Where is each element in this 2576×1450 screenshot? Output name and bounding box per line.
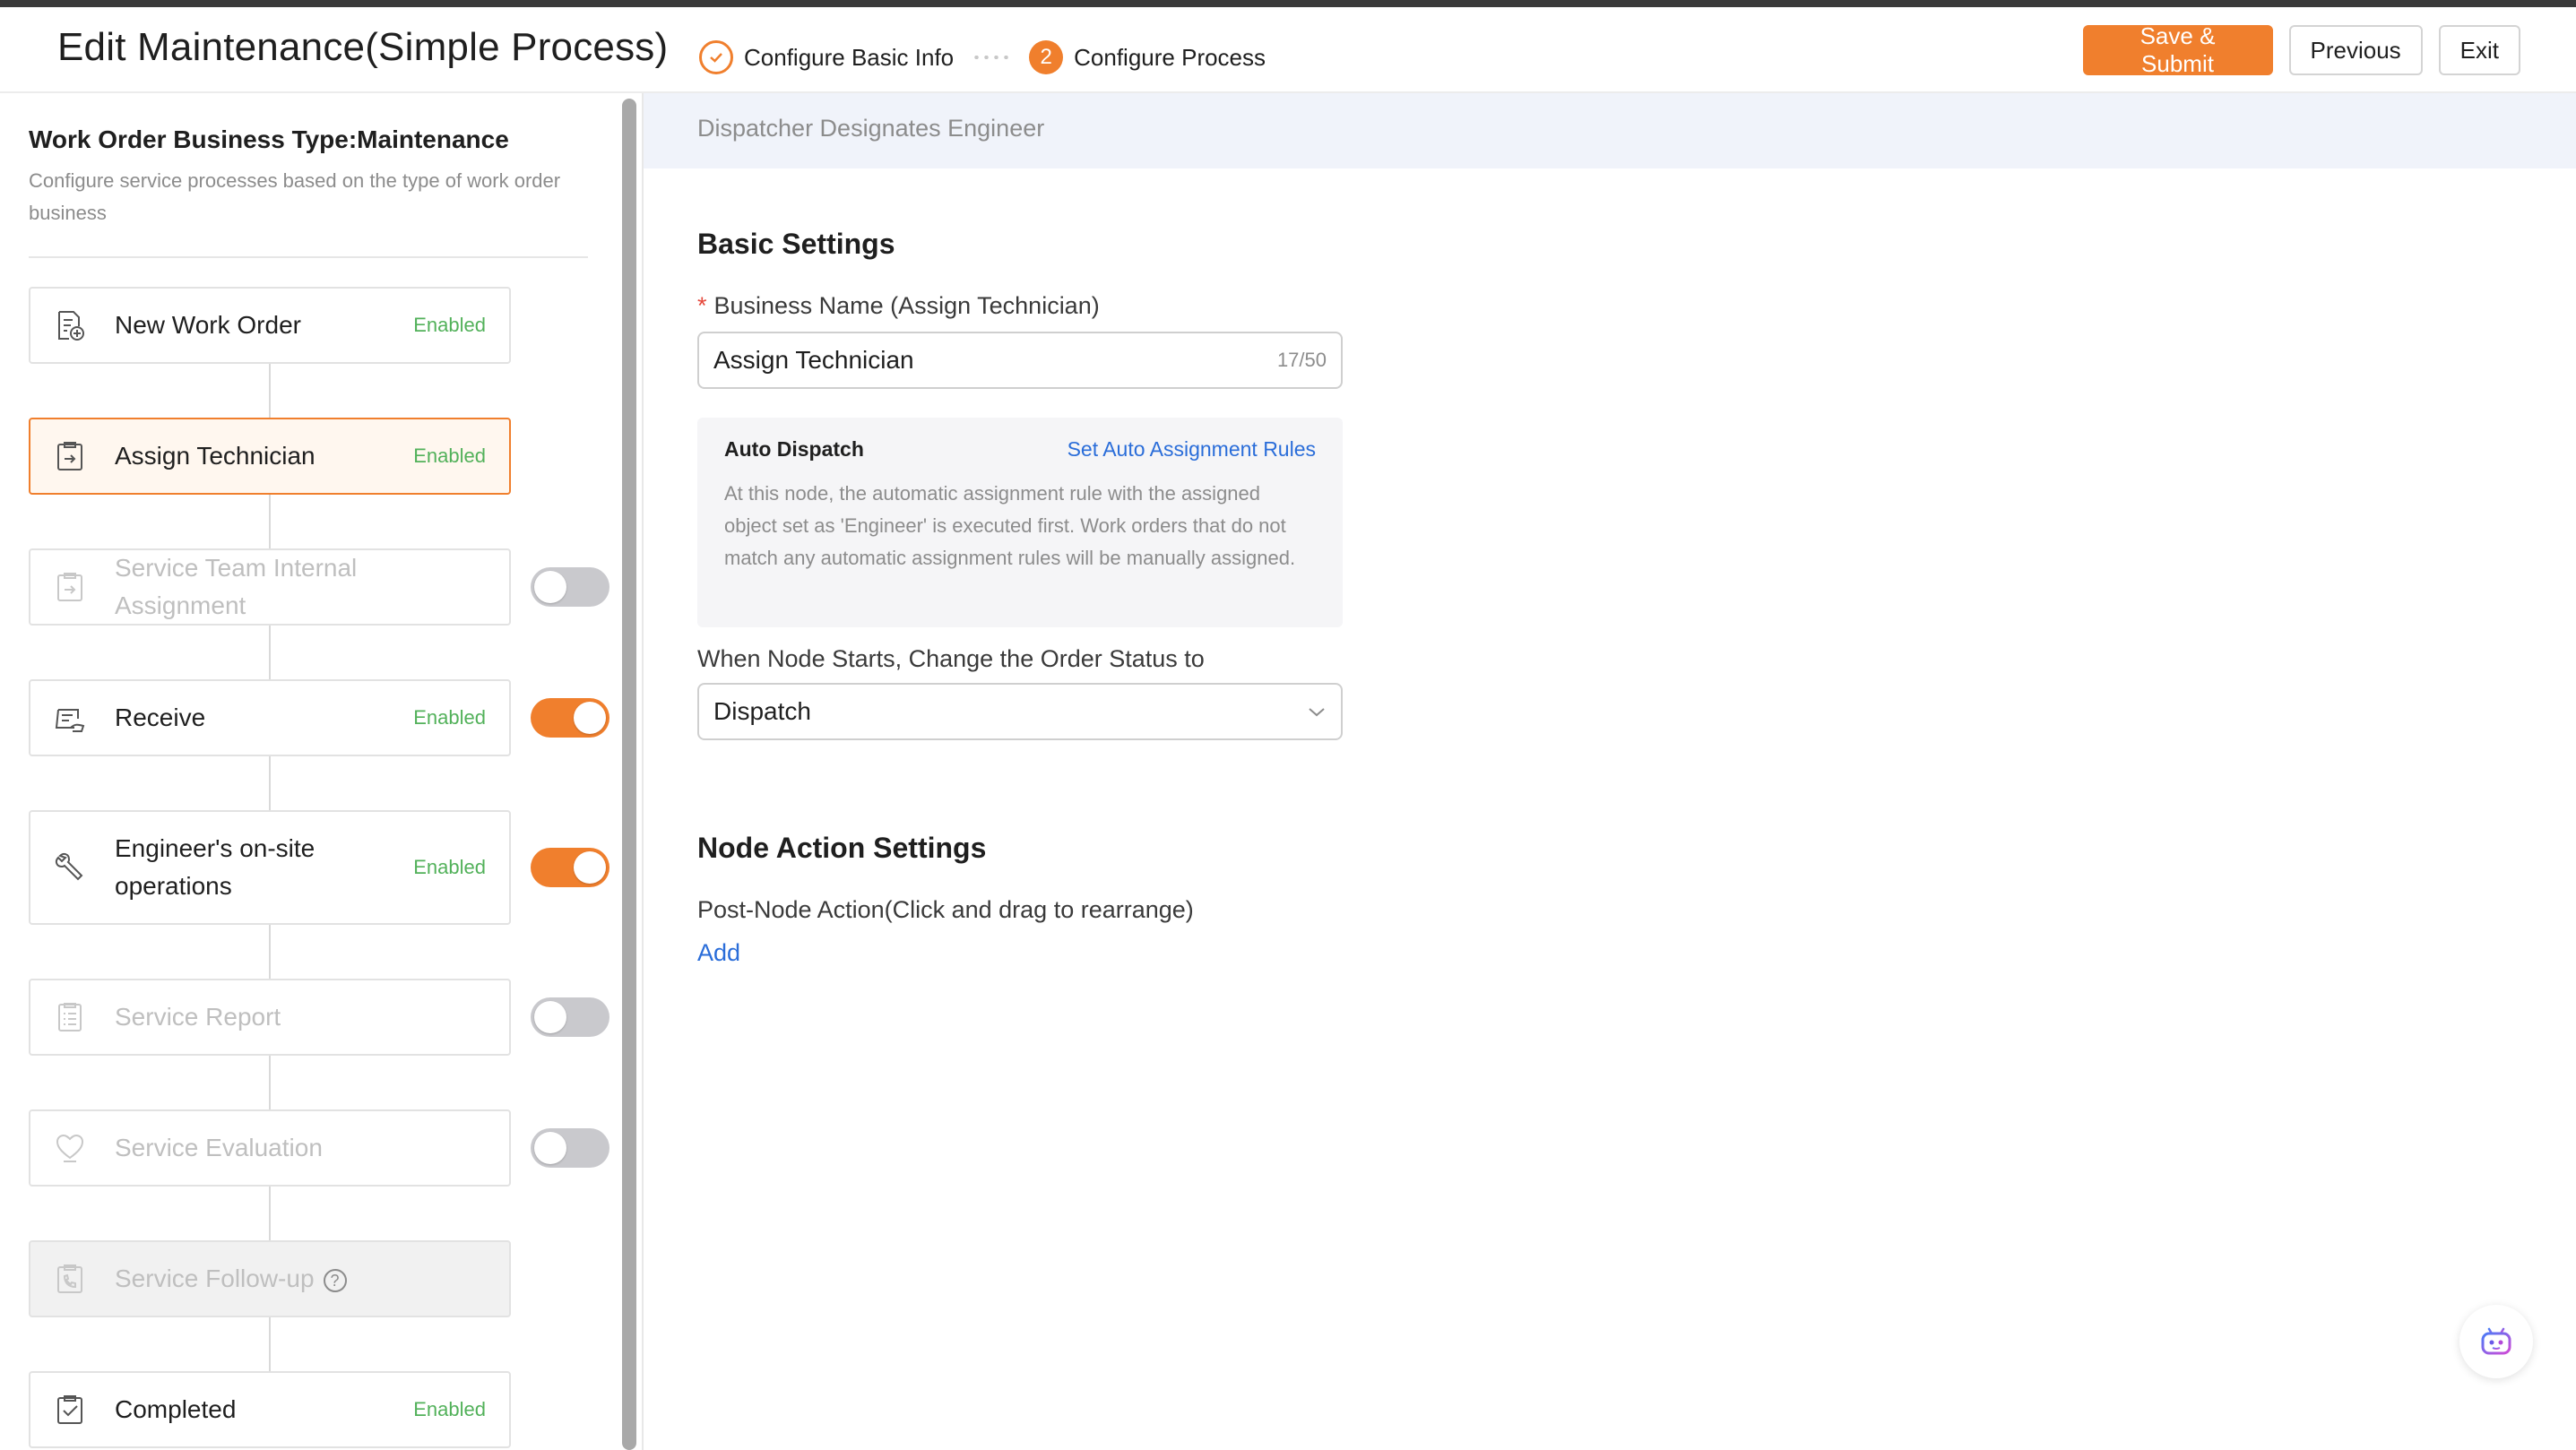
assistant-bot-button[interactable]: [2459, 1305, 2533, 1378]
node-label: Engineer's on-site operations: [115, 834, 316, 900]
toggle-knob: [574, 702, 606, 734]
node-receive[interactable]: Receive Enabled: [29, 679, 511, 756]
flow-connector: [269, 626, 271, 681]
sidebar-description: Configure service processes based on the…: [29, 169, 561, 224]
step-indicator: Configure Basic Info 2 Configure Process: [699, 32, 1266, 82]
header-actions: Save & Submit Previous Exit: [2082, 22, 2520, 77]
node-label-text: Service Follow-up: [115, 1264, 315, 1292]
toggle-knob: [534, 571, 566, 603]
receive-icon: [52, 700, 88, 736]
page-header: Edit Maintenance(Simple Process) Configu…: [0, 7, 2576, 93]
character-count: 17/50: [1276, 349, 1327, 371]
node-label: New Work Order: [115, 311, 301, 339]
wrench-icon: [52, 850, 88, 885]
business-name-label-text: Business Name (Assign Technician): [713, 292, 1100, 319]
status-badge: Enabled: [413, 1398, 486, 1420]
basic-settings-title: Basic Settings: [697, 228, 895, 260]
node-header-title: Dispatcher Designates Engineer: [697, 115, 1045, 142]
node-assign-technician[interactable]: Assign Technician Enabled: [29, 418, 511, 495]
robot-icon: [2481, 1327, 2511, 1355]
status-badge: Enabled: [413, 856, 486, 878]
toggle-onsite-operations[interactable]: [531, 848, 609, 887]
node-action-settings-title: Node Action Settings: [697, 832, 987, 864]
toggle-service-evaluation[interactable]: [531, 1128, 609, 1168]
step-basic-info[interactable]: Configure Basic Info: [699, 40, 954, 74]
node-label: Receive: [115, 703, 206, 731]
node-settings-panel: Dispatcher Designates Engineer Basic Set…: [644, 93, 2576, 1450]
save-submit-button[interactable]: Save & Submit: [2082, 22, 2273, 77]
assign-icon: [52, 438, 88, 474]
completed-icon: [52, 1392, 88, 1428]
node-label: Service Team Internal Assignment: [115, 554, 358, 619]
chevron-down-icon: [1309, 708, 1325, 717]
toggle-knob: [574, 851, 606, 884]
divider: [29, 256, 588, 258]
node-label: Completed: [115, 1395, 237, 1423]
node-service-follow-up[interactable]: Service Follow-up?: [29, 1240, 511, 1317]
flow-connector: [269, 364, 271, 419]
node-header: Dispatcher Designates Engineer: [644, 93, 2576, 168]
add-action-link[interactable]: Add: [697, 939, 740, 967]
flow-connector: [269, 756, 271, 812]
step-label: Configure Process: [1074, 43, 1266, 71]
toggle-service-report[interactable]: [531, 997, 609, 1037]
sidebar-scrollbar[interactable]: [622, 99, 636, 1450]
required-mark: *: [697, 292, 707, 319]
exit-button[interactable]: Exit: [2438, 25, 2520, 75]
previous-button[interactable]: Previous: [2288, 25, 2423, 75]
phone-icon: [52, 1261, 88, 1297]
step-configure-process[interactable]: 2 Configure Process: [1029, 40, 1266, 74]
status-badge: Enabled: [413, 706, 486, 729]
business-name-input[interactable]: Assign Technician 17/50: [697, 332, 1343, 389]
step-separator: [972, 56, 1012, 59]
toggle-knob: [534, 1001, 566, 1033]
node-new-work-order[interactable]: New Work Order Enabled: [29, 287, 511, 364]
node-label: Assign Technician: [115, 442, 316, 470]
step-label: Configure Basic Info: [744, 43, 955, 71]
report-icon: [52, 999, 88, 1035]
evaluation-icon: [52, 1130, 88, 1166]
node-completed[interactable]: Completed Enabled: [29, 1371, 511, 1448]
business-name-value: Assign Technician: [713, 346, 914, 374]
node-label: Service Report: [115, 1003, 281, 1031]
node-onsite-operations[interactable]: Engineer's on-site operations Enabled: [29, 810, 511, 925]
order-status-select[interactable]: Dispatch: [697, 683, 1343, 740]
node-label: Service Follow-up?: [115, 1260, 486, 1298]
status-badge: Enabled: [413, 314, 486, 336]
help-icon[interactable]: ?: [323, 1268, 347, 1292]
toggle-knob: [534, 1132, 566, 1164]
business-name-label: * Business Name (Assign Technician): [697, 292, 1100, 320]
toggle-receive[interactable]: [531, 698, 609, 738]
node-service-report[interactable]: Service Report: [29, 979, 511, 1056]
post-node-action-label: Post-Node Action(Click and drag to rearr…: [697, 896, 1194, 923]
auto-dispatch-description: At this node, the automatic assignment r…: [724, 482, 1296, 569]
node-label: Service Evaluation: [115, 1134, 323, 1161]
flow-connector: [269, 1056, 271, 1111]
page-title: Edit Maintenance(Simple Process): [57, 25, 669, 69]
flow-connector: [269, 1317, 271, 1373]
new-order-icon: [52, 307, 88, 343]
flow-connector: [269, 1187, 271, 1242]
node-service-evaluation[interactable]: Service Evaluation: [29, 1109, 511, 1187]
set-auto-assignment-rules-link[interactable]: Set Auto Assignment Rules: [1068, 437, 1316, 462]
process-sidebar: Work Order Business Type:Maintenance Con…: [0, 93, 617, 1450]
team-assign-icon: [52, 569, 88, 605]
toggle-service-team-assignment[interactable]: [531, 567, 609, 607]
status-badge: Enabled: [413, 444, 486, 467]
flow-connector: [269, 495, 271, 550]
node-service-team-assignment[interactable]: Service Team Internal Assignment: [29, 548, 511, 626]
window-top-bar: [0, 0, 2576, 7]
order-status-label: When Node Starts, Change the Order Statu…: [697, 645, 1205, 672]
auto-dispatch-box: Auto Dispatch Set Auto Assignment Rules …: [697, 418, 1343, 627]
sidebar-title: Work Order Business Type:Maintenance: [29, 125, 509, 153]
order-status-value: Dispatch: [713, 697, 811, 725]
flow-connector: [269, 925, 271, 980]
step-number: 2: [1029, 40, 1064, 74]
check-circle-icon: [699, 40, 733, 74]
